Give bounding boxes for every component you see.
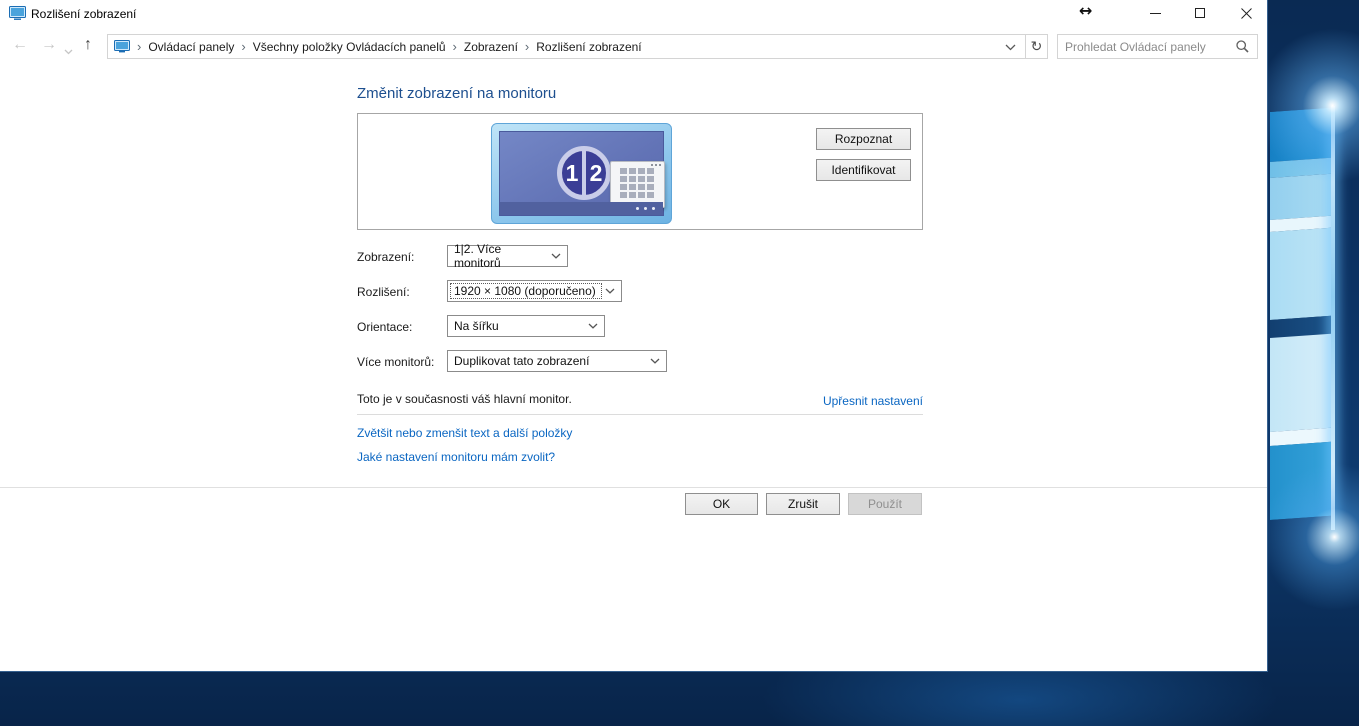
up-arrow-icon[interactable]: ↑ xyxy=(84,34,92,56)
orientation-dropdown-value: Na šířku xyxy=(454,319,499,333)
titlebar[interactable]: Rozlišení zobrazení ↔ xyxy=(0,0,1267,30)
maximize-button[interactable] xyxy=(1183,0,1217,26)
display-dropdown[interactable]: 1|2. Více monitorů xyxy=(447,245,568,267)
footer-divider xyxy=(0,487,1267,488)
monitor-taskbar xyxy=(500,202,663,215)
identify-button[interactable]: Identifikovat xyxy=(816,159,911,181)
monitor-screen: 1 2 xyxy=(499,131,664,216)
chevron-down-icon xyxy=(605,288,615,294)
address-bar[interactable]: › Ovládací panely › Všechny položky Ovlá… xyxy=(107,34,1026,59)
page-title: Změnit zobrazení na monitoru xyxy=(357,85,556,102)
display-dropdown-value: 1|2. Více monitorů xyxy=(454,242,551,270)
refresh-icon: ↻ xyxy=(1031,39,1043,55)
display-preview-panel: 1 2 R xyxy=(357,113,923,230)
refresh-button[interactable]: ↻ xyxy=(1026,34,1048,59)
breadcrumb-separator: › xyxy=(453,39,457,54)
breadcrumb-item-control-panel[interactable]: Ovládací panely xyxy=(148,40,234,54)
resolution-dropdown-value: 1920 × 1080 (doporučeno) xyxy=(454,284,596,298)
window-title: Rozlišení zobrazení xyxy=(31,7,136,21)
monitor-number-2: 2 xyxy=(586,151,606,195)
control-panel-icon xyxy=(610,161,665,208)
multiple-displays-dropdown-value: Duplikovat tato zobrazení xyxy=(454,354,589,368)
chevron-down-icon xyxy=(650,358,660,364)
back-arrow-icon[interactable]: ← xyxy=(12,34,28,56)
multiple-displays-dropdown[interactable]: Duplikovat tato zobrazení xyxy=(447,350,667,372)
breadcrumb-separator: › xyxy=(525,39,529,54)
address-dropdown-chevron-icon[interactable] xyxy=(1005,40,1016,54)
location-monitor-icon xyxy=(114,40,130,53)
search-input[interactable] xyxy=(1058,40,1236,54)
orientation-dropdown[interactable]: Na šířku xyxy=(447,315,605,337)
search-box[interactable] xyxy=(1057,34,1258,59)
content-divider xyxy=(357,414,923,415)
breadcrumb-item-screen-resolution[interactable]: Rozlišení zobrazení xyxy=(536,40,641,54)
breadcrumb-separator: › xyxy=(241,39,245,54)
monitor-id-circle: 1 2 xyxy=(557,146,611,200)
resolution-dropdown[interactable]: 1920 × 1080 (doporučeno) xyxy=(447,280,622,302)
multiple-displays-field-label: Více monitorů: xyxy=(357,355,434,369)
cancel-button[interactable]: Zrušit xyxy=(766,493,840,515)
detect-button[interactable]: Rozpoznat xyxy=(816,128,911,150)
display-monitor-icon xyxy=(9,6,26,26)
chevron-down-icon xyxy=(588,323,598,329)
close-button[interactable] xyxy=(1229,0,1263,26)
navigation-bar: ← → ↑ › Ovládací panely › Všechny položk… xyxy=(0,30,1267,63)
resolution-field-label: Rozlišení: xyxy=(357,285,410,299)
search-icon[interactable] xyxy=(1236,40,1249,53)
ok-button[interactable]: OK xyxy=(685,493,758,515)
orientation-field-label: Orientace: xyxy=(357,320,412,334)
resize-text-link[interactable]: Zvětšit nebo zmenšit text a další položk… xyxy=(357,426,572,440)
monitor-preview[interactable]: 1 2 xyxy=(491,123,672,224)
breadcrumb-item-all-items[interactable]: Všechny položky Ovládacích panelů xyxy=(253,40,446,54)
advanced-settings-link-wrap: Upřesnit nastavení xyxy=(357,392,923,410)
forward-arrow-icon[interactable]: → xyxy=(41,34,57,56)
minimize-button[interactable] xyxy=(1138,0,1172,26)
apply-button[interactable]: Použít xyxy=(848,493,922,515)
wallpaper-light-glow-bottom xyxy=(1252,452,1359,622)
history-chevron-icon[interactable] xyxy=(64,42,73,60)
breadcrumb-item-display[interactable]: Zobrazení xyxy=(464,40,518,54)
resize-cursor-icon: ↔ xyxy=(1079,1,1092,20)
which-settings-link[interactable]: Jaké nastavení monitoru mám zvolit? xyxy=(357,450,555,464)
advanced-settings-link[interactable]: Upřesnit nastavení xyxy=(823,394,923,408)
breadcrumb-separator: › xyxy=(137,39,141,54)
monitor-number-1: 1 xyxy=(562,151,582,195)
chevron-down-icon xyxy=(551,253,561,259)
control-panel-window: Rozlišení zobrazení ↔ ← → ↑ xyxy=(0,0,1268,672)
display-field-label: Zobrazení: xyxy=(357,250,414,264)
